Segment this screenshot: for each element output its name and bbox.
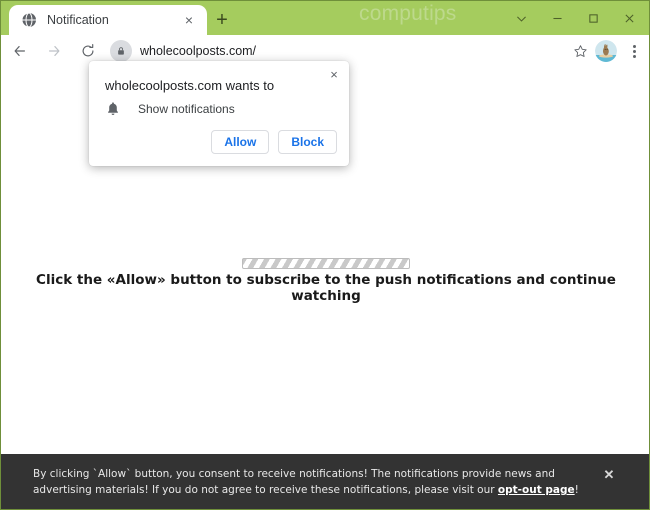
url-text: wholecoolposts.com/ — [140, 44, 257, 58]
new-tab-button[interactable]: + — [209, 8, 235, 32]
forward-button[interactable] — [39, 37, 69, 65]
dialog-actions: Allow Block — [211, 130, 337, 154]
tab-close-icon[interactable]: × — [179, 10, 199, 30]
notification-permission-dialog: × wholecoolposts.com wants to Show notif… — [89, 61, 349, 166]
globe-icon — [21, 12, 37, 28]
back-button[interactable] — [5, 37, 35, 65]
opt-out-page-link[interactable]: opt-out page — [498, 484, 575, 496]
close-window-button[interactable] — [611, 3, 647, 33]
consent-text-after: ! — [574, 484, 579, 497]
avatar-icon[interactable] — [595, 40, 617, 62]
banner-close-icon[interactable]: ✕ — [601, 466, 617, 482]
bell-icon — [105, 101, 121, 117]
cta-text: Click the «Allow» button to subscribe to… — [36, 272, 616, 304]
lock-icon[interactable] — [110, 40, 132, 62]
consent-text-before: By clicking `Allow` button, you consent … — [33, 468, 555, 497]
permission-row: Show notifications — [105, 101, 235, 117]
star-icon[interactable] — [567, 38, 593, 64]
consent-banner: By clicking `Allow` button, you consent … — [1, 454, 649, 509]
address-bar[interactable]: wholecoolposts.com/ — [109, 39, 561, 63]
allow-button[interactable]: Allow — [211, 130, 270, 154]
permission-label: Show notifications — [138, 102, 235, 116]
consent-banner-text: By clicking `Allow` button, you consent … — [33, 466, 593, 499]
maximize-button[interactable] — [575, 3, 611, 33]
browser-tab-notification[interactable]: Notification × — [9, 5, 207, 35]
browser-window: computips Notification × + wholecoolpost… — [0, 0, 650, 510]
minimize-button[interactable] — [539, 3, 575, 33]
three-dot-menu-icon[interactable] — [623, 38, 645, 64]
watermark-computips: computips — [359, 2, 457, 25]
dialog-title: wholecoolposts.com wants to — [105, 78, 275, 93]
loading-progress-bar — [242, 258, 410, 269]
tab-strip: computips Notification × + — [1, 1, 649, 35]
block-button[interactable]: Block — [278, 130, 337, 154]
tab-title: Notification — [47, 13, 109, 27]
window-controls — [503, 1, 647, 35]
tab-search-chevron-icon[interactable] — [503, 3, 539, 33]
dialog-close-icon[interactable]: × — [325, 65, 343, 83]
